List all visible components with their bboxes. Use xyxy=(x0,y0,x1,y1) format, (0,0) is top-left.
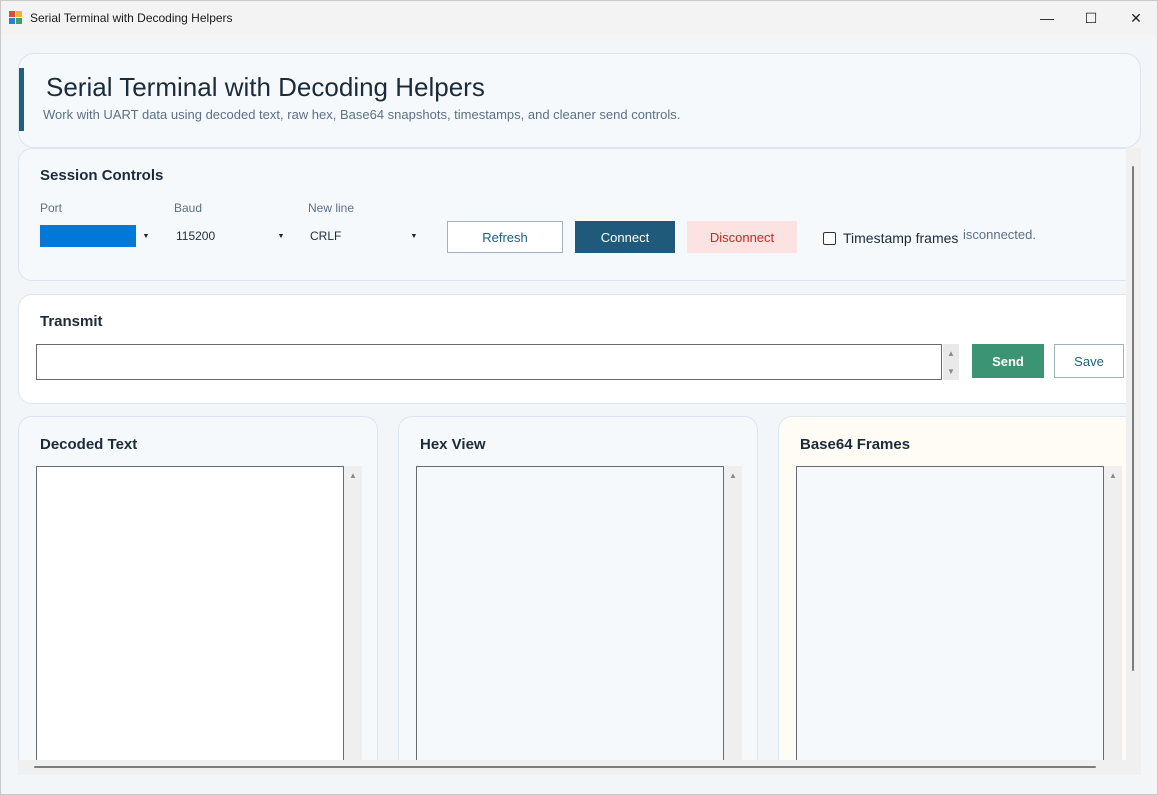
maximize-button[interactable]: ☐ xyxy=(1068,1,1114,35)
port-label: Port xyxy=(40,201,63,215)
hex-view-output[interactable] xyxy=(416,466,724,760)
baud-label: Baud xyxy=(174,201,203,215)
timestamp-checkbox[interactable] xyxy=(823,231,836,245)
client-area: Serial Terminal with Decoding Helpers Wo… xyxy=(1,35,1157,794)
scrollbar-corner xyxy=(1126,760,1141,775)
scroll-up-icon[interactable]: ▲ xyxy=(724,468,742,482)
decoded-text-output[interactable] xyxy=(36,466,344,760)
header-accent-bar xyxy=(19,68,24,131)
horizontal-scrollbar[interactable] xyxy=(18,760,1126,775)
scroll-down-icon[interactable]: ▼ xyxy=(943,362,959,380)
baud-select[interactable]: 115200 ▼ xyxy=(173,225,290,247)
scroll-up-icon[interactable]: ▲ xyxy=(1104,468,1122,482)
send-button[interactable]: Send xyxy=(972,344,1044,378)
hex-view-pane: Hex View ▲ xyxy=(398,416,758,760)
close-button[interactable]: ✕ xyxy=(1113,1,1157,35)
newline-value: CRLF xyxy=(310,229,342,243)
base64-frames-scrollbar[interactable]: ▲ xyxy=(1104,466,1122,760)
chevron-down-icon[interactable]: ▼ xyxy=(272,225,290,247)
save-button[interactable]: Save xyxy=(1054,344,1124,378)
transmit-card: Transmit ▲ ▼ Send Save xyxy=(18,294,1126,404)
refresh-button[interactable]: Refresh xyxy=(447,221,563,253)
page-title: Serial Terminal with Decoding Helpers xyxy=(46,72,485,102)
chevron-down-icon[interactable]: ▼ xyxy=(405,225,423,247)
page-subtitle: Work with UART data using decoded text, … xyxy=(43,107,681,122)
decoded-text-scrollbar[interactable]: ▲ xyxy=(344,466,362,760)
port-value xyxy=(40,225,136,247)
hex-view-scrollbar[interactable]: ▲ xyxy=(724,466,742,760)
timestamp-label[interactable]: Timestamp frames xyxy=(843,230,958,246)
title-bar: Serial Terminal with Decoding Helpers — … xyxy=(1,1,1157,35)
newline-select[interactable]: CRLF ▼ xyxy=(307,225,423,247)
base64-frames-title: Base64 Frames xyxy=(800,436,911,453)
transmit-title: Transmit xyxy=(40,313,103,330)
session-controls-card: Session Controls Port ▼ Baud 115200 ▼ Ne… xyxy=(18,148,1126,281)
scroll-up-icon[interactable]: ▲ xyxy=(943,344,959,362)
decoded-text-pane: Decoded Text ▲ xyxy=(18,416,378,760)
connection-status: isconnected. xyxy=(963,227,1036,242)
timestamp-option[interactable]: Timestamp frames xyxy=(823,230,958,246)
vertical-scroll-thumb[interactable] xyxy=(1132,166,1134,671)
baud-value: 115200 xyxy=(176,229,216,243)
vertical-scrollbar[interactable] xyxy=(1126,148,1141,760)
decoded-text-title: Decoded Text xyxy=(40,436,138,453)
minimize-button[interactable]: — xyxy=(1024,1,1070,35)
scroll-viewport: Session Controls Port ▼ Baud 115200 ▼ Ne… xyxy=(18,148,1126,760)
transmit-input[interactable] xyxy=(36,344,942,380)
chevron-down-icon[interactable]: ▼ xyxy=(137,225,155,247)
app-icon xyxy=(9,11,23,25)
hex-view-title: Hex View xyxy=(420,436,486,453)
session-controls-title: Session Controls xyxy=(40,167,164,184)
app-window: Serial Terminal with Decoding Helpers — … xyxy=(0,0,1158,795)
transmit-spinner[interactable]: ▲ ▼ xyxy=(943,344,959,380)
disconnect-button[interactable]: Disconnect xyxy=(687,221,797,253)
header-banner: Serial Terminal with Decoding Helpers Wo… xyxy=(18,53,1141,148)
window-title: Serial Terminal with Decoding Helpers xyxy=(30,11,233,25)
port-select[interactable]: ▼ xyxy=(39,225,155,247)
newline-label: New line xyxy=(308,201,355,215)
base64-frames-output[interactable] xyxy=(796,466,1104,760)
connect-button[interactable]: Connect xyxy=(575,221,675,253)
scroll-up-icon[interactable]: ▲ xyxy=(344,468,362,482)
base64-frames-pane: Base64 Frames ▲ xyxy=(778,416,1126,760)
horizontal-scroll-thumb[interactable] xyxy=(34,766,1096,768)
